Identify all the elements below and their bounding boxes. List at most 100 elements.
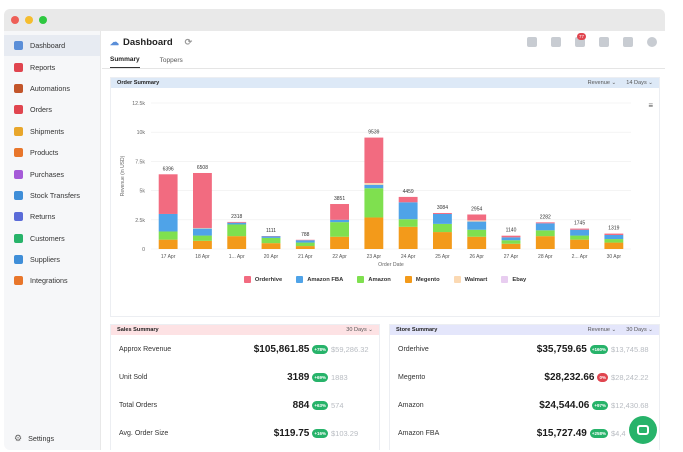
suppliers-icon xyxy=(14,255,23,265)
purchases-icon xyxy=(14,169,23,179)
bar-segment-amazon-fba xyxy=(433,213,452,224)
legend-item-amazon-fba[interactable]: Amazon FBA xyxy=(296,276,343,283)
row-value: $105,861.85 xyxy=(253,343,310,355)
previous-value: $13,745.88 xyxy=(611,344,649,354)
sidebar-item-label: Suppliers xyxy=(30,255,60,265)
y-tick-label: 5k xyxy=(140,189,146,195)
sales-period-dropdown[interactable]: 30 Days ⌄ xyxy=(346,327,373,333)
sidebar-item-label: Returns xyxy=(30,212,56,222)
title-bar xyxy=(4,9,665,31)
bar-segment-amazon xyxy=(433,223,452,233)
x-tick-label: 27 Apr xyxy=(504,254,519,260)
calculator-icon[interactable] xyxy=(527,37,537,47)
bar-segment-megento xyxy=(433,232,452,249)
chat-icon[interactable] xyxy=(599,37,609,47)
period-dropdown[interactable]: 14 Days ⌄ xyxy=(626,80,653,86)
bar-segment-amazon-fba xyxy=(330,219,349,223)
gift-icon[interactable] xyxy=(551,37,561,47)
sales-summary-row: Unit Sold 3189 +69% 1883 xyxy=(111,363,379,391)
chart-legend: Orderhive Amazon FBA Amazon Megento Walmart E… xyxy=(111,276,659,283)
x-tick-label: 2... Apr xyxy=(572,254,588,260)
order-summary-header: Order Summary Revenue ⌄ 14 Days ⌄ xyxy=(111,78,659,88)
legend-label: Amazon xyxy=(368,276,391,283)
row-label: Megento xyxy=(398,373,426,381)
legend-item-ebay[interactable]: Ebay xyxy=(501,276,526,283)
sidebar-item-dashboard[interactable]: Dashboard xyxy=(4,35,100,57)
close-window-dot[interactable] xyxy=(11,16,19,24)
sidebar-item-label: Reports xyxy=(30,62,56,72)
legend-item-amazon[interactable]: Amazon xyxy=(357,276,391,283)
bar-segment-orderhive xyxy=(570,228,589,230)
bar-segment-megento xyxy=(570,239,589,249)
sidebar-item-reports[interactable]: Reports xyxy=(4,56,100,77)
y-tick-label: 0 xyxy=(142,247,145,253)
sidebar-item-automations[interactable]: Automations xyxy=(4,78,100,99)
previous-value: $59,286.32 xyxy=(331,344,369,354)
sidebar-item-suppliers[interactable]: Suppliers xyxy=(4,249,100,270)
refresh-icon[interactable]: ⟳ xyxy=(185,37,193,48)
sidebar-item-products[interactable]: Products xyxy=(4,142,100,163)
bar-segment-amazon xyxy=(364,188,384,218)
legend-label: Megento xyxy=(415,276,440,283)
bar-segment-walmart xyxy=(364,183,384,185)
bar-total-label: 1745 xyxy=(574,221,585,227)
sidebar-item-customers[interactable]: Customers xyxy=(4,228,100,249)
x-tick-label: 1... Apr xyxy=(229,254,245,260)
legend-item-orderhive[interactable]: Orderhive xyxy=(243,276,283,283)
x-tick-label: 30 Apr xyxy=(607,254,622,260)
legend-label: Amazon FBA xyxy=(307,276,344,283)
bar-segment-megento xyxy=(364,217,384,249)
sidebar-item-shipments[interactable]: Shipments xyxy=(4,121,100,142)
main-content: ☁ Dashboard ⟳ 77 Summary Toppers Order S… xyxy=(102,31,665,450)
bar-segment-amazon xyxy=(158,231,178,240)
bar-segment-amazon xyxy=(570,235,589,240)
legend-item-walmart[interactable]: Walmart xyxy=(453,276,487,283)
legend-label: Orderhive xyxy=(254,276,283,283)
shipments-icon xyxy=(14,126,23,136)
x-tick-label: 20 Apr xyxy=(264,254,279,260)
products-icon xyxy=(14,148,23,158)
bar-total-label: 1111 xyxy=(266,228,276,234)
bar-segment-amazon-fba xyxy=(193,228,212,236)
legend-swatch xyxy=(296,276,304,283)
sidebar-item-purchases[interactable]: Purchases xyxy=(4,163,100,184)
row-value: $15,727.49 xyxy=(536,427,587,439)
tab-bar: Summary Toppers xyxy=(102,53,665,69)
x-tick-label: 26 Apr xyxy=(469,254,484,260)
sidebar-item-returns[interactable]: Returns xyxy=(4,206,100,227)
bar-segment-amazon-fba xyxy=(604,234,624,240)
store-period-dropdown[interactable]: 30 Days ⌄ xyxy=(626,327,653,333)
bar-segment-megento xyxy=(193,240,212,249)
sidebar: Dashboard Reports Automations Orders Shipmen… xyxy=(4,31,101,450)
metric-dropdown[interactable]: Revenue ⌄ xyxy=(588,80,617,86)
bar-segment-amazon-fba xyxy=(295,240,315,243)
sidebar-item-stock-transfers[interactable]: Stock Transfers xyxy=(4,185,100,206)
sidebar-item-orders[interactable]: Orders xyxy=(4,99,100,120)
chart-menu-icon[interactable]: ≡ xyxy=(648,101,653,110)
x-tick-label: 25 Apr xyxy=(435,254,450,260)
minimize-window-dot[interactable] xyxy=(25,16,33,24)
bar-segment-orderhive xyxy=(193,172,212,228)
live-chat-button[interactable] xyxy=(629,416,657,444)
row-value: 884 xyxy=(292,399,310,411)
order-summary-title: Order Summary xyxy=(117,80,160,86)
legend-item-megento[interactable]: Megento xyxy=(404,276,440,283)
bar-segment-amazon xyxy=(227,224,247,237)
customers-icon xyxy=(14,233,23,243)
store-metric-dropdown[interactable]: Revenue ⌄ xyxy=(588,327,617,333)
y-tick-label: 12.5k xyxy=(132,101,145,107)
tasks-icon[interactable] xyxy=(623,37,633,47)
bar-segment-megento xyxy=(398,226,418,249)
settings-nav-item[interactable]: ⚙ Settings xyxy=(14,433,54,444)
x-tick-label: 23 Apr xyxy=(367,254,382,260)
tab-toppers[interactable]: Toppers xyxy=(160,57,183,68)
tab-summary[interactable]: Summary xyxy=(110,56,140,68)
bar-segment-amazon-fba xyxy=(398,202,418,220)
notification-icon[interactable]: 77 xyxy=(575,33,587,47)
sidebar-item-integrations[interactable]: Integrations xyxy=(4,270,100,291)
maximize-window-dot[interactable] xyxy=(39,16,47,24)
sales-summary-row: Approx Revenue $105,861.85 +78% $59,286.32 xyxy=(111,335,379,363)
legend-swatch xyxy=(453,276,461,283)
store-summary-card: Store Summary Revenue ⌄ 30 Days ⌄ Orderh… xyxy=(389,324,660,450)
user-avatar-icon[interactable] xyxy=(647,37,657,47)
